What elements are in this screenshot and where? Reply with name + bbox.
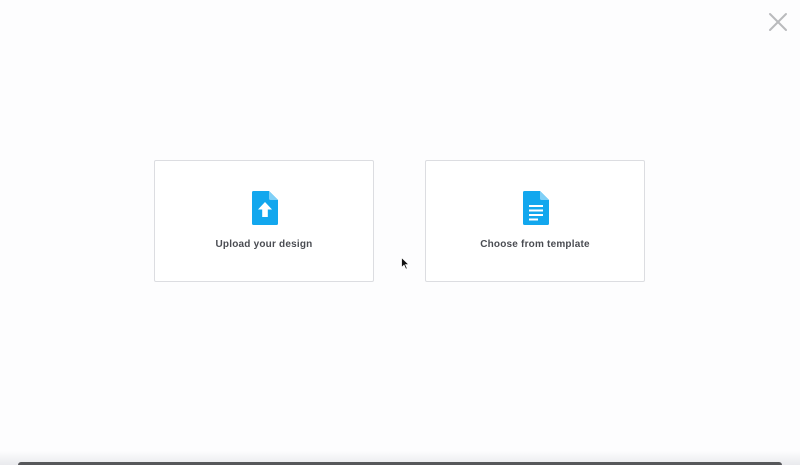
document-icon — [523, 191, 549, 225]
choose-template-option[interactable]: Choose from template — [425, 160, 645, 282]
upload-design-option[interactable]: Upload your design — [154, 160, 374, 282]
close-button[interactable] — [766, 10, 790, 34]
close-icon — [769, 13, 787, 31]
choose-template-label: Choose from template — [480, 239, 590, 250]
upload-design-label: Upload your design — [215, 239, 313, 250]
mouse-cursor-icon — [401, 257, 410, 270]
upload-file-icon — [252, 191, 278, 225]
